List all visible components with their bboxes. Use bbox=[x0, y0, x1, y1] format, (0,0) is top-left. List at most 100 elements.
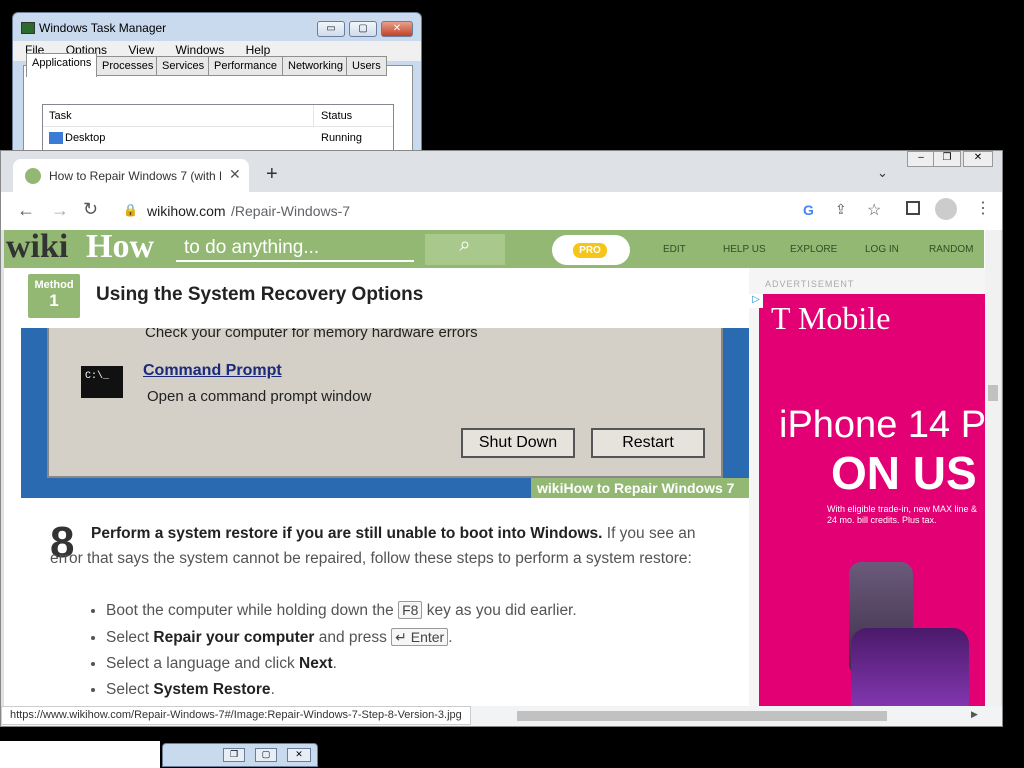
minimize-button[interactable]: ▭ bbox=[317, 21, 345, 37]
column-divider bbox=[313, 105, 314, 127]
method-header: Method 1 Using the System Recovery Optio… bbox=[22, 270, 748, 328]
vertical-scrollbar[interactable] bbox=[985, 230, 1001, 708]
tmobile-ad[interactable]: T Mobile iPhone 14 P ON US With eligible… bbox=[759, 294, 985, 708]
table-row[interactable]: Desktop Running bbox=[47, 131, 387, 147]
close-icon[interactable]: ✕ bbox=[287, 748, 311, 762]
menu-help[interactable]: Help bbox=[234, 41, 277, 57]
task-manager-icon bbox=[21, 22, 35, 34]
step-bullets: Boot the computer while holding down the… bbox=[106, 601, 726, 707]
new-tab-icon[interactable]: + bbox=[266, 163, 278, 186]
column-status[interactable]: Status bbox=[321, 110, 352, 122]
ad-label: ADVERTISEMENT bbox=[765, 279, 855, 289]
back-icon[interactable]: ← bbox=[17, 200, 35, 221]
step-image[interactable]: Check your computer for memory hardware … bbox=[21, 328, 749, 498]
nav-random[interactable]: RANDOM bbox=[929, 244, 973, 255]
method-label: Method bbox=[34, 279, 74, 291]
wikihow-logo-wiki[interactable]: wiki bbox=[6, 230, 68, 266]
step-bold: Perform a system restore if you are stil… bbox=[91, 525, 603, 542]
taskbar-blank bbox=[0, 741, 160, 768]
maximize-icon[interactable]: ▢ bbox=[255, 748, 277, 762]
column-task[interactable]: Task bbox=[49, 110, 72, 122]
browser-tab[interactable]: How to Repair Windows 7 (with P ✕ bbox=[13, 159, 249, 192]
command-prompt-desc: Open a command prompt window bbox=[147, 388, 372, 405]
restore-icon[interactable]: ❐ bbox=[223, 748, 245, 762]
horizontal-scroll-thumb[interactable] bbox=[517, 711, 887, 721]
command-prompt-icon: C:\_ bbox=[81, 366, 123, 398]
task-manager-tab-panel: Applications Processes Services Performa… bbox=[23, 53, 413, 156]
google-icon[interactable]: G bbox=[803, 202, 814, 218]
bullet-text: Boot the computer while holding down the bbox=[106, 602, 399, 619]
scroll-right-icon[interactable]: ▶ bbox=[971, 709, 978, 720]
tab-users[interactable]: Users bbox=[346, 56, 387, 76]
task-name: Desktop bbox=[65, 132, 106, 144]
browser-window: – ❐ ✕ How to Repair Windows 7 (with P ✕ … bbox=[0, 150, 1003, 727]
close-button[interactable]: ✕ bbox=[381, 21, 413, 37]
nav-explore[interactable]: EXPLORE bbox=[790, 244, 837, 255]
list-item: Select System Restore. bbox=[106, 681, 726, 699]
list-item: Select Repair your computer and press ↵ … bbox=[106, 628, 726, 647]
bullet-text: Select bbox=[106, 681, 154, 698]
tab-performance[interactable]: Performance bbox=[208, 56, 283, 76]
bullet-text: . bbox=[448, 629, 453, 646]
tab-title: How to Repair Windows 7 (with P bbox=[49, 169, 221, 183]
scrollbar-thumb[interactable] bbox=[988, 385, 998, 401]
side-panel-icon[interactable] bbox=[906, 201, 920, 215]
browser-minimize-button[interactable]: – bbox=[907, 151, 935, 167]
task-manager-title: Windows Task Manager bbox=[39, 21, 167, 35]
tab-search-chevron-icon[interactable]: ⌄ bbox=[877, 165, 888, 181]
bullet-bold: Next bbox=[299, 655, 333, 672]
bookmark-star-icon[interactable]: ☆ bbox=[867, 200, 881, 220]
nav-help-us[interactable]: HELP US bbox=[723, 244, 766, 255]
status-bar: https://www.wikihow.com/Repair-Windows-7… bbox=[1, 706, 1002, 726]
task-list-header: Task Status bbox=[43, 105, 393, 127]
profile-avatar-icon[interactable] bbox=[935, 198, 957, 220]
task-manager-window: Windows Task Manager ▭ ▢ ✕ File Options … bbox=[12, 12, 422, 157]
task-list[interactable]: Task Status Desktop Running bbox=[42, 104, 394, 156]
bullet-text: key as you did earlier. bbox=[422, 602, 577, 619]
browser-close-button[interactable]: ✕ bbox=[963, 151, 993, 167]
tab-services[interactable]: Services bbox=[156, 56, 211, 76]
wikihow-header: wiki How to do anything... ⌕ PRO EDIT HE… bbox=[4, 230, 984, 268]
menu-dots-icon[interactable]: ⋮ bbox=[975, 198, 991, 218]
tab-close-icon[interactable]: ✕ bbox=[229, 166, 241, 183]
browser-toolbar: ← → ↻ 🔒 wikihow.com /Repair-Windows-7 G … bbox=[1, 192, 1002, 230]
url-domain: wikihow.com bbox=[147, 203, 226, 219]
nav-log-in[interactable]: LOG IN bbox=[865, 244, 899, 255]
bullet-bold: Repair your computer bbox=[153, 629, 315, 646]
lock-icon[interactable]: 🔒 bbox=[123, 203, 138, 217]
memory-check-text: Check your computer for memory hardware … bbox=[145, 328, 478, 341]
browser-restore-button[interactable]: ❐ bbox=[933, 151, 961, 167]
list-item: Boot the computer while holding down the… bbox=[106, 601, 726, 620]
bullet-text: . bbox=[270, 681, 275, 698]
menu-windows[interactable]: Windows bbox=[164, 41, 231, 57]
adchoices-icon[interactable]: ▷ bbox=[749, 294, 763, 308]
bullet-text: Select a language and click bbox=[106, 655, 300, 672]
method-title: Using the System Recovery Options bbox=[96, 284, 424, 305]
tab-processes[interactable]: Processes bbox=[96, 56, 160, 76]
sidebar: ADVERTISEMENT T Mobile iPhone 14 P ON US… bbox=[749, 268, 985, 708]
search-input[interactable]: to do anything... bbox=[176, 236, 414, 262]
step-text: Perform a system restore if you are stil… bbox=[50, 521, 710, 571]
search-icon[interactable]: ⌕ bbox=[425, 234, 505, 265]
tab-applications[interactable]: Applications bbox=[26, 53, 98, 77]
minimized-window[interactable]: ❐ ▢ ✕ bbox=[162, 743, 318, 767]
method-number: 1 bbox=[49, 291, 59, 310]
reload-icon[interactable]: ↻ bbox=[83, 199, 98, 220]
status-url: https://www.wikihow.com/Repair-Windows-7… bbox=[1, 706, 471, 725]
ad-brand: T Mobile bbox=[771, 300, 891, 336]
pro-button[interactable]: PRO bbox=[552, 235, 630, 265]
search-placeholder: to do anything... bbox=[184, 237, 320, 258]
bullet-bold: System Restore bbox=[153, 681, 271, 698]
menu-view[interactable]: View bbox=[116, 41, 160, 57]
url-path: /Repair-Windows-7 bbox=[231, 203, 351, 219]
address-bar[interactable]: 🔒 wikihow.com /Repair-Windows-7 G ⇪ ☆ bbox=[111, 197, 911, 225]
share-icon[interactable]: ⇪ bbox=[835, 201, 847, 218]
nav-edit[interactable]: EDIT bbox=[663, 244, 686, 255]
ad-fine-print: With eligible trade-in, new MAX line & 2… bbox=[827, 504, 978, 525]
tab-networking[interactable]: Networking bbox=[282, 56, 350, 76]
shut-down-button: Shut Down bbox=[461, 428, 575, 458]
wikihow-logo-how[interactable]: How bbox=[86, 230, 154, 266]
maximize-button[interactable]: ▢ bbox=[349, 21, 377, 37]
pro-badge: PRO bbox=[573, 243, 607, 258]
forward-icon[interactable]: → bbox=[51, 200, 69, 221]
